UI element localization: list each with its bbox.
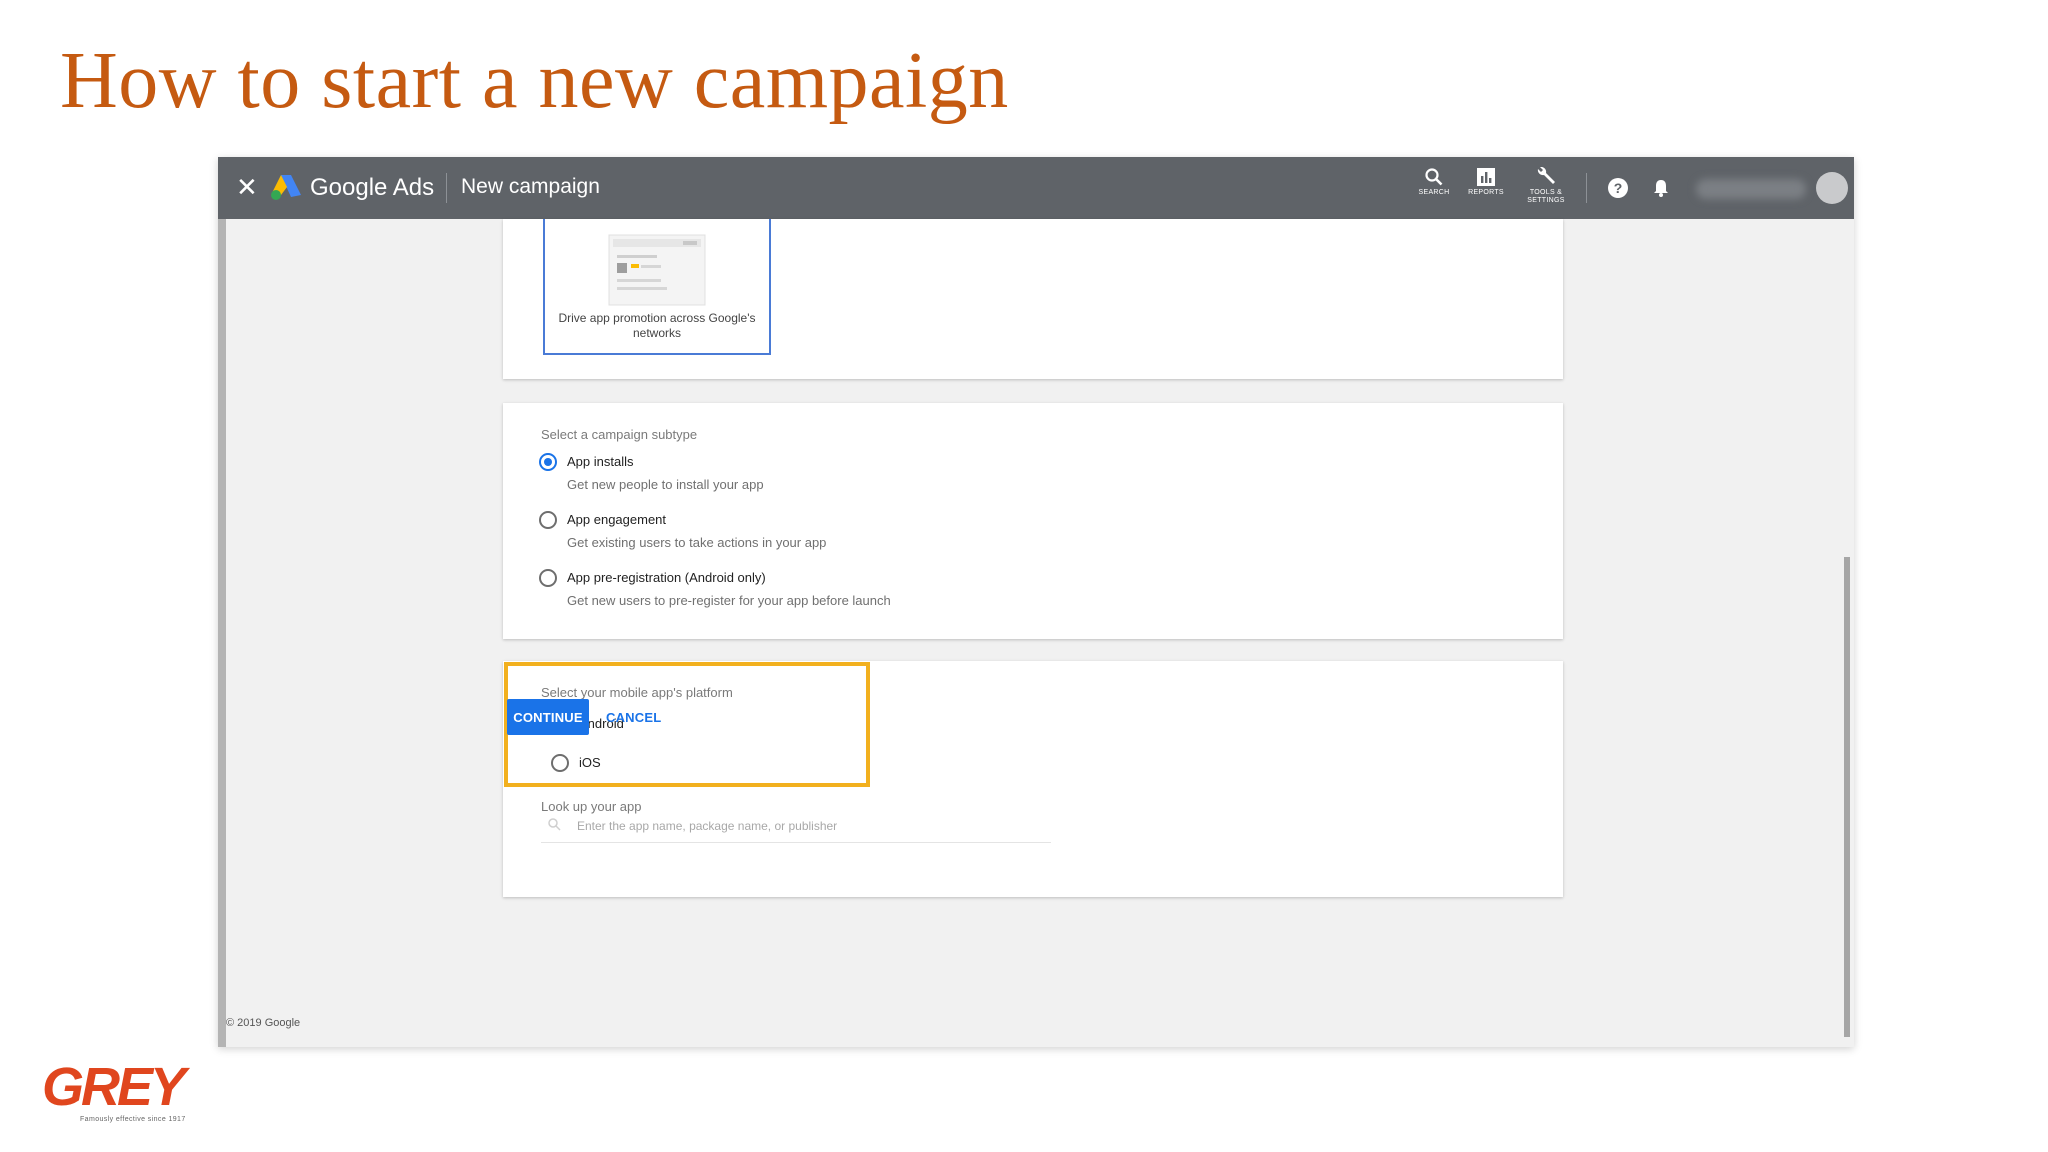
tools-settings-label: TOOLS & SETTINGS bbox=[1527, 189, 1565, 204]
reports-tool-button[interactable]: REPORTS bbox=[1456, 167, 1516, 197]
app-search-field[interactable] bbox=[541, 811, 1051, 843]
topbar-divider bbox=[446, 173, 447, 203]
footer-copyright: © 2019 Google bbox=[226, 1017, 301, 1029]
goal-card: Drive app promotion across Google's netw… bbox=[503, 219, 1563, 379]
search-icon bbox=[548, 818, 561, 831]
option-title: App engagement bbox=[567, 512, 667, 527]
radio-app-engagement[interactable] bbox=[539, 511, 557, 529]
grey-logo-tagline: Famously effective since 1917 bbox=[80, 1116, 186, 1123]
subtype-label: Select a campaign subtype bbox=[541, 427, 698, 442]
account-info[interactable] bbox=[1696, 179, 1806, 199]
top-app-bar: ✕ Google Ads New campaign SEARCH REPORTS bbox=[218, 157, 1854, 219]
search-tool-label: SEARCH bbox=[1418, 189, 1450, 196]
option-title: App installs bbox=[567, 454, 634, 469]
radio-pre-registration[interactable] bbox=[539, 569, 557, 587]
topbar-divider-right bbox=[1586, 173, 1587, 203]
page-title: New campaign bbox=[461, 175, 600, 198]
cancel-button[interactable]: CANCEL bbox=[600, 699, 667, 735]
brand-name: Google Ads bbox=[310, 174, 435, 201]
grey-logo-text: GREY bbox=[42, 1057, 186, 1117]
grey-logo: GREY Famously effective since 1917 bbox=[42, 1060, 212, 1132]
google-ads-logo-icon bbox=[271, 175, 301, 200]
search-tool-button[interactable]: SEARCH bbox=[1404, 167, 1464, 197]
svg-text:?: ? bbox=[1614, 180, 1623, 196]
app-promotion-illustration bbox=[608, 234, 706, 306]
app-promotion-tile[interactable]: Drive app promotion across Google's netw… bbox=[543, 219, 771, 355]
tools-settings-button[interactable]: TOOLS & SETTINGS bbox=[1516, 167, 1576, 205]
bell-icon[interactable] bbox=[1650, 177, 1672, 199]
avatar[interactable] bbox=[1816, 172, 1848, 204]
app-search-input[interactable] bbox=[577, 815, 1047, 837]
left-panel-shadow bbox=[218, 219, 226, 1047]
option-description: Get new people to install your app bbox=[567, 477, 764, 492]
app-promotion-tile-text: Drive app promotion across Google's netw… bbox=[558, 311, 756, 340]
scrollbar[interactable] bbox=[1844, 557, 1850, 1037]
option-description: Get existing users to take actions in yo… bbox=[567, 535, 827, 550]
google-ads-screenshot: ✕ Google Ads New campaign SEARCH REPORTS bbox=[218, 157, 1854, 1047]
reports-icon bbox=[1477, 168, 1495, 186]
slide-title: How to start a new campaign bbox=[60, 37, 1009, 125]
option-title: App pre-registration (Android only) bbox=[567, 570, 766, 585]
reports-tool-label: REPORTS bbox=[1468, 189, 1504, 196]
close-icon[interactable]: ✕ bbox=[236, 174, 258, 200]
option-description: Get new users to pre-register for your a… bbox=[567, 593, 891, 608]
radio-app-installs[interactable] bbox=[539, 453, 557, 471]
help-icon[interactable]: ? bbox=[1607, 177, 1629, 199]
campaign-subtype-card: Select a campaign subtype App installs G… bbox=[503, 403, 1563, 639]
continue-button[interactable]: CONTINUE bbox=[507, 699, 589, 735]
wrench-icon bbox=[1537, 167, 1555, 184]
search-icon bbox=[1425, 168, 1443, 186]
